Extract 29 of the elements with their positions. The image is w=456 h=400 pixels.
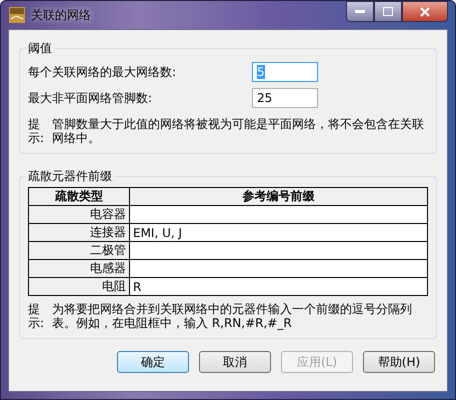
maximize-button[interactable] xyxy=(374,1,402,22)
minimize-button[interactable] xyxy=(346,1,374,22)
type-cell: 连接器 xyxy=(28,224,130,242)
minimize-icon xyxy=(355,10,365,14)
hint-label: 提示: xyxy=(28,302,46,330)
type-cell: 电容器 xyxy=(28,206,130,224)
type-cell: 电感器 xyxy=(28,260,130,278)
prefix-cell[interactable]: EMI, U, J xyxy=(130,224,428,242)
hint-text: 为将要把网络合并到关联网络中的元器件输入一个前缀的逗号分隔列表。例如，在电阻框中，输入 R,RN,#R,#_R xyxy=(52,302,413,330)
dialog-button[interactable]: 确定 xyxy=(117,351,189,373)
close-icon xyxy=(420,6,430,16)
type-cell: 电阻 xyxy=(28,278,130,296)
close-button[interactable] xyxy=(402,1,448,22)
hint-label: 提示: xyxy=(28,117,46,145)
group-title: 疏散元器件前缀 xyxy=(27,168,113,185)
prefix-cell[interactable]: R xyxy=(130,278,428,296)
dialog-button[interactable]: 帮助(H) xyxy=(363,351,435,373)
column-header: 参考编号前缀 xyxy=(130,188,428,206)
column-header: 疏散类型 xyxy=(28,188,130,206)
app-icon xyxy=(9,7,25,23)
field-label: 每个关联网络的最大网络数: xyxy=(28,64,178,80)
window-title: 关联的网络 xyxy=(31,6,91,24)
type-cell: 二极管 xyxy=(28,242,130,260)
dialog-button[interactable]: 取消 xyxy=(199,351,271,373)
field-label: 最大非平面网络管脚数: xyxy=(28,90,154,106)
group-title: 阈值 xyxy=(27,40,53,57)
input-field[interactable]: 25 xyxy=(252,88,318,108)
hint-text: 管脚数量大于此值的网络将被视为可能是平面网络，将不会包含在关联网络中。 xyxy=(52,117,425,145)
maximize-icon xyxy=(383,7,393,16)
